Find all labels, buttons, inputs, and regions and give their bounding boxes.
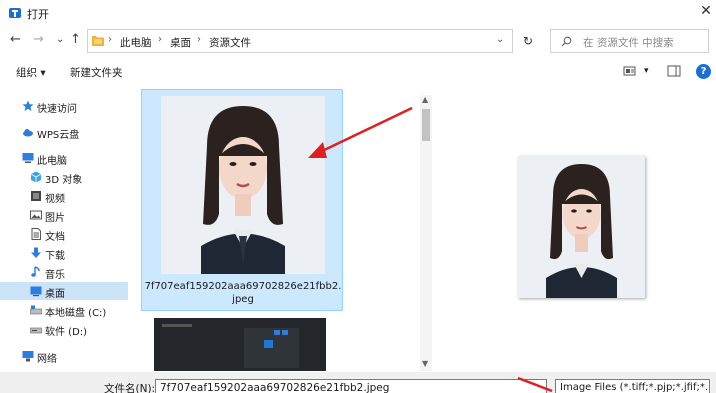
cube-icon — [30, 171, 42, 183]
document-icon — [31, 228, 41, 240]
breadcrumb-separator: › — [197, 34, 201, 45]
navigation-bar: ← → ⌄ ↑ › 此电脑 › 桌面 › 资源文件 ⌄ ↻ 在 资源文件 中搜索 — [0, 26, 716, 56]
sidebar-item-wps-cloud[interactable]: WPS云盘 — [0, 123, 128, 141]
preview-pane-icon[interactable] — [666, 64, 682, 78]
sidebar-item-network[interactable]: 网络 — [0, 347, 128, 365]
file-list: 7f707eaf159202aaa69702826e21fbb2.jpeg — [132, 86, 420, 371]
up-button[interactable]: ↑ — [70, 32, 81, 47]
file-name-input[interactable]: 7f707eaf159202aaa69702826e21fbb2.jpeg — [155, 379, 547, 393]
sidebar-item-label: 网络 — [37, 354, 57, 365]
file-list-scrollbar[interactable]: ▲ ▼ — [420, 95, 432, 371]
music-icon — [31, 266, 40, 277]
help-icon[interactable]: ? — [696, 64, 711, 79]
sidebar-item-label: WPS云盘 — [37, 130, 80, 141]
computer-icon — [22, 153, 34, 163]
breadcrumb-separator: › — [108, 34, 112, 45]
forward-button[interactable]: → — [33, 32, 44, 47]
sidebar-item-label: 快速访问 — [37, 104, 77, 115]
sidebar-item-label: 软件 (D:) — [45, 327, 88, 338]
scroll-thumb[interactable] — [422, 109, 430, 141]
sidebar-item-label: 此电脑 — [37, 156, 67, 167]
sidebar-item-downloads[interactable]: 下载 — [0, 244, 128, 262]
drive-icon — [30, 327, 42, 334]
app-icon — [9, 8, 21, 18]
new-folder-button[interactable]: 新建文件夹 — [70, 65, 123, 80]
desktop-icon — [30, 286, 42, 297]
sidebar-item-label: 图片 — [45, 213, 65, 224]
search-input[interactable]: 在 资源文件 中搜索 — [550, 29, 709, 53]
folder-icon — [92, 36, 104, 46]
file-name: 7f707eaf159202aaa69702826e21fbb2.jpeg — [144, 281, 342, 305]
file-name-bar: 文件名(N): 7f707eaf159202aaa69702826e21fbb2… — [0, 372, 716, 393]
close-icon: ✕ — [700, 3, 712, 19]
address-dropdown-button[interactable]: ⌄ — [496, 34, 504, 45]
star-icon — [22, 100, 34, 111]
sidebar-item-label: 视频 — [45, 194, 65, 205]
sidebar-item-local-disk-c[interactable]: 本地磁盘 (C:) — [0, 301, 128, 319]
scroll-up-icon[interactable]: ▲ — [422, 95, 428, 104]
file-type-select[interactable]: Image Files (*.tiff;*.pjp;*.jfif;*. — [555, 379, 710, 393]
breadcrumb-separator: › — [158, 34, 162, 45]
file-item[interactable] — [154, 318, 326, 371]
sidebar-item-software-d[interactable]: 软件 (D:) — [0, 320, 128, 338]
sidebar-item-music[interactable]: 音乐 — [0, 263, 128, 281]
address-bar[interactable]: › 此电脑 › 桌面 › 资源文件 ⌄ — [87, 29, 513, 53]
video-icon — [31, 191, 41, 201]
search-placeholder: 在 资源文件 中搜索 — [583, 37, 674, 49]
sidebar-item-desktop[interactable]: 桌面 — [0, 282, 128, 300]
preview-image — [518, 156, 645, 298]
sidebar-item-documents[interactable]: 文档 — [0, 225, 128, 243]
view-dropdown-button[interactable]: ▾ — [644, 66, 649, 76]
back-button[interactable]: ← — [10, 32, 21, 47]
refresh-icon: ↻ — [522, 34, 534, 48]
breadcrumb-resource-files[interactable]: 资源文件 — [209, 35, 251, 50]
organize-button[interactable]: 组织 ▾ — [16, 65, 46, 80]
file-thumbnail — [161, 96, 325, 274]
navigation-pane: 快速访问 WPS云盘 此电脑 3D 对象 视频 图片 文档 下载 音乐 桌面 本… — [0, 86, 130, 371]
sidebar-item-label: 下载 — [45, 251, 65, 262]
window-title: 打开 — [27, 8, 49, 21]
title-bar: 打开 ✕ — [0, 0, 716, 26]
sidebar-item-quick-access[interactable]: 快速访问 — [0, 97, 128, 115]
sidebar-item-pictures[interactable]: 图片 — [0, 206, 128, 224]
file-item[interactable]: 7f707eaf159202aaa69702826e21fbb2.jpeg — [141, 89, 343, 311]
sidebar-item-videos[interactable]: 视频 — [0, 187, 128, 205]
close-button[interactable]: ✕ — [698, 3, 714, 19]
sidebar-item-this-pc[interactable]: 此电脑 — [0, 149, 128, 167]
sidebar-item-label: 桌面 — [45, 289, 65, 300]
image-icon — [30, 210, 42, 220]
refresh-button[interactable]: ↻ — [516, 29, 540, 53]
sidebar-item-3d-objects[interactable]: 3D 对象 — [0, 168, 128, 186]
breadcrumb-desktop[interactable]: 桌面 — [170, 35, 191, 50]
sidebar-item-label: 文档 — [45, 232, 65, 243]
search-icon — [561, 36, 572, 47]
file-name-label: 文件名(N): — [104, 383, 156, 393]
sidebar-item-label: 3D 对象 — [45, 175, 83, 186]
sidebar-item-label: 本地磁盘 (C:) — [45, 308, 107, 319]
drive-icon — [30, 305, 42, 315]
download-icon — [31, 247, 41, 258]
command-toolbar: 组织 ▾ 新建文件夹 ▾ ? — [0, 58, 716, 86]
recent-locations-button[interactable]: ⌄ — [56, 34, 64, 45]
view-options-icon[interactable] — [622, 64, 638, 78]
file-thumbnail — [154, 318, 326, 371]
sidebar-item-label: 音乐 — [45, 270, 65, 281]
cloud-icon — [23, 129, 33, 137]
breadcrumb-this-pc[interactable]: 此电脑 — [120, 35, 152, 50]
scroll-down-icon[interactable]: ▼ — [422, 359, 428, 368]
network-icon — [22, 351, 34, 362]
